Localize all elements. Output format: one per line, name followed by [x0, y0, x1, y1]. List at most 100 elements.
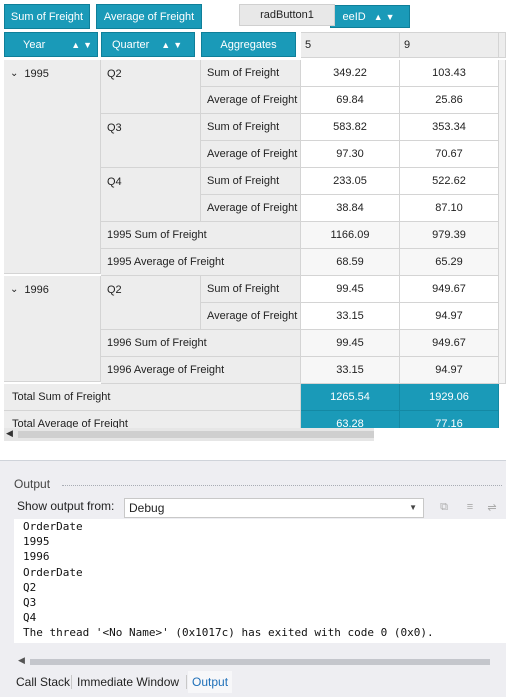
- aggregate-avg: Average of Freight: [201, 195, 301, 222]
- row-header-q4: Q4: [101, 168, 201, 222]
- value-text: 353.34: [432, 121, 466, 133]
- value-cell[interactable]: 94.97: [400, 357, 499, 384]
- value-text: 94.97: [435, 310, 463, 322]
- value-cell[interactable]: 349.22: [301, 60, 400, 87]
- scrollbar-thumb[interactable]: [30, 659, 490, 665]
- quarter-label: Q3: [107, 122, 122, 134]
- tab-immediate-window[interactable]: Immediate Window: [77, 671, 179, 693]
- output-panel: Output Show output from: Debug ▼ ⧉ ≡ ⇌ O…: [0, 460, 506, 697]
- value-text: 97.30: [336, 148, 364, 160]
- tab-output[interactable]: Output: [188, 671, 233, 693]
- quarter-label: Q4: [107, 176, 122, 188]
- value-cell[interactable]: 99.45: [301, 330, 400, 357]
- scroll-left-icon[interactable]: ◀: [18, 655, 25, 666]
- aggregate-label: Sum of Freight: [207, 175, 280, 187]
- aggregate-avg: Average of Freight: [201, 87, 301, 114]
- value-text: 99.45: [336, 283, 364, 295]
- grand-total-value[interactable]: 63.28: [301, 411, 400, 428]
- subtotal-label: 1995 Sum of Freight: [107, 229, 207, 241]
- output-line: Q2: [23, 580, 37, 594]
- aggregate-avg: Average of Freight: [201, 141, 301, 168]
- aggregate-label: Average of Freight: [207, 202, 298, 214]
- subtotal-1995-sum: 1995 Sum of Freight: [101, 222, 301, 249]
- grand-total-value[interactable]: 1929.06: [400, 384, 499, 411]
- toggle-wrap-icon[interactable]: ⇌: [484, 499, 500, 515]
- output-line: OrderDate: [23, 520, 83, 533]
- value-cell[interactable]: 65.29: [400, 249, 499, 276]
- row-header-q2: Q2: [101, 60, 201, 114]
- value-cell[interactable]: 70.67: [400, 141, 499, 168]
- tab-call-stack[interactable]: Call Stack: [16, 671, 70, 693]
- value-cell[interactable]: 38.84: [301, 195, 400, 222]
- value-cell[interactable]: 94.97: [400, 303, 499, 330]
- row-header-year-1995[interactable]: ⌄ 1995: [4, 60, 101, 274]
- value-cell[interactable]: 522.62: [400, 168, 499, 195]
- value-cell[interactable]: 99.45: [301, 276, 400, 303]
- tab-label: Call Stack: [16, 675, 71, 689]
- value-cell[interactable]: 33.15: [301, 357, 400, 384]
- value-cell[interactable]: 68.59: [301, 249, 400, 276]
- value-text: 25.86: [435, 94, 463, 106]
- value-cell[interactable]: 87.10: [400, 195, 499, 222]
- value-cell[interactable]: 233.05: [301, 168, 400, 195]
- tab-divider: [186, 675, 187, 689]
- total-label: Total Sum of Freight: [12, 391, 111, 403]
- value-cell[interactable]: 25.86: [400, 87, 499, 114]
- value-text: 949.67: [432, 337, 466, 349]
- aggregate-label: Sum of Freight: [207, 67, 280, 79]
- value-cell[interactable]: 583.82: [301, 114, 400, 141]
- tab-label: Output: [192, 675, 229, 689]
- output-console[interactable]: OrderDate 1995 1996 OrderDate Q2 Q3 Q4 T…: [14, 519, 506, 643]
- tab-divider: [71, 675, 72, 689]
- aggregate-label: Average of Freight: [207, 94, 298, 106]
- aggregate-label: Sum of Freight: [207, 283, 280, 295]
- value-cell[interactable]: 103.43: [400, 60, 499, 87]
- value-text: 69.84: [336, 94, 364, 106]
- clear-all-icon[interactable]: ⧉: [436, 499, 452, 515]
- output-line: The thread '<No Name>' (0x1017c) has exi…: [23, 626, 434, 640]
- year-label: 1995: [24, 68, 49, 80]
- subtotal-1996-sum: 1996 Sum of Freight: [101, 330, 301, 357]
- value-text: 979.39: [432, 229, 466, 241]
- bottom-tab-strip: Call Stack Immediate Window Output: [0, 671, 506, 697]
- chevron-down-icon[interactable]: ▼: [409, 503, 417, 512]
- show-output-label: Show output from:: [17, 499, 115, 513]
- output-horizontal-scrollbar[interactable]: ◀: [14, 655, 506, 667]
- value-text: 33.15: [336, 310, 364, 322]
- total-label: Total Average of Freight: [12, 418, 128, 428]
- value-cell[interactable]: 949.67: [400, 276, 499, 303]
- value-text: 1929.06: [429, 391, 469, 403]
- aggregate-sum: Sum of Freight: [201, 168, 301, 195]
- subtotal-label: 1995 Average of Freight: [107, 256, 225, 268]
- title-divider: [62, 485, 502, 487]
- grand-total-avg: Total Average of Freight: [4, 411, 301, 428]
- output-source-value: Debug: [129, 501, 165, 515]
- output-line: 1995: [23, 535, 50, 549]
- scrollbar-thumb[interactable]: [18, 431, 374, 438]
- aggregate-sum: Sum of Freight: [201, 60, 301, 87]
- value-text: 68.59: [336, 256, 364, 268]
- chevron-down-icon[interactable]: ⌄: [10, 68, 18, 79]
- value-cell[interactable]: 1166.09: [301, 222, 400, 249]
- grand-total-value[interactable]: 77.16: [400, 411, 499, 428]
- quarter-label: Q2: [107, 284, 122, 296]
- grand-total-value[interactable]: 1265.54: [301, 384, 400, 411]
- value-text: 233.05: [333, 175, 367, 187]
- value-cell[interactable]: 949.67: [400, 330, 499, 357]
- word-wrap-icon[interactable]: ≡: [462, 499, 478, 515]
- chevron-down-icon[interactable]: ⌄: [10, 284, 18, 295]
- value-cell[interactable]: 979.39: [400, 222, 499, 249]
- value-cell[interactable]: 353.34: [400, 114, 499, 141]
- aggregate-label: Average of Freight: [207, 148, 298, 160]
- value-cell-clipped: [499, 60, 506, 384]
- row-header-year-1996[interactable]: ⌄ 1996: [4, 276, 101, 382]
- value-cell[interactable]: 69.84: [301, 87, 400, 114]
- tab-label: Immediate Window: [77, 675, 180, 689]
- grid-horizontal-scrollbar[interactable]: ◀: [4, 428, 374, 441]
- output-source-select[interactable]: Debug ▼: [124, 498, 424, 518]
- scroll-left-icon[interactable]: ◀: [6, 428, 13, 439]
- value-cell[interactable]: 97.30: [301, 141, 400, 168]
- value-text: 949.67: [432, 283, 466, 295]
- value-cell[interactable]: 33.15: [301, 303, 400, 330]
- value-text: 63.28: [336, 418, 364, 428]
